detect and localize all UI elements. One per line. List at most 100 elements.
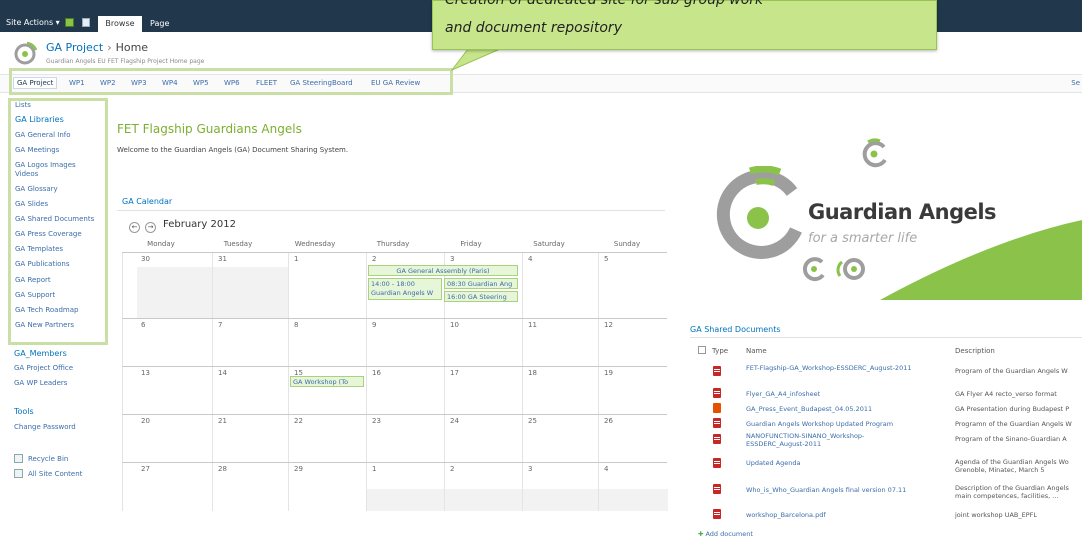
calendar-day[interactable]: 4 (598, 463, 668, 511)
leftnav-item[interactable]: GA Tech Roadmap (15, 306, 78, 314)
calendar-day[interactable]: 11 (522, 319, 598, 367)
leftnav-item[interactable]: GA General Info (15, 131, 71, 139)
calendar-day[interactable]: 16 (366, 367, 444, 415)
calendar-day[interactable]: 5 (598, 253, 667, 319)
document-link[interactable]: NANOFUNCTION-SINANO_Workshop-ESSDERC_Aug… (746, 432, 906, 448)
weekday-header: Saturday (533, 240, 565, 248)
calendar-day[interactable]: 26 (598, 415, 667, 463)
calendar-day[interactable]: 10 (444, 319, 522, 367)
leftnav-item[interactable]: GA Slides (15, 200, 48, 208)
leftnav-item[interactable]: GA Templates (15, 245, 63, 253)
shared-documents-title[interactable]: GA Shared Documents (690, 325, 781, 334)
leftnav-item[interactable]: GA Press Coverage (15, 230, 82, 238)
leftnav-item[interactable]: GA Logos Images (15, 161, 76, 169)
add-document-label: Add document (705, 530, 753, 538)
document-link[interactable]: GA_Press_Event_Budapest_04.05.2011 (746, 405, 941, 413)
calendar-day[interactable]: 17 (444, 367, 522, 415)
calendar-week: 13 14 15 16 17 18 19 (122, 366, 667, 415)
calendar-day[interactable]: 27 (122, 463, 212, 511)
document-link[interactable]: FET-Flagship-GA_Workshop-ESSDERC_August-… (746, 364, 941, 372)
calendar-day[interactable]: 18 (522, 367, 598, 415)
calendar-day[interactable]: 2 (444, 463, 523, 511)
leftnav-item[interactable]: Change Password (14, 423, 76, 431)
calendar-day[interactable]: 28 (212, 463, 288, 511)
document-link[interactable]: Updated Agenda (746, 459, 941, 467)
search-link[interactable]: Se (1071, 79, 1080, 87)
calendar-event[interactable]: 16:00 GA Steering (444, 291, 518, 302)
column-header-type[interactable]: Type (712, 347, 728, 355)
edit-page-icon[interactable] (82, 18, 90, 27)
calendar-day[interactable]: 21 (212, 415, 288, 463)
calendar-day[interactable]: 25 (522, 415, 598, 463)
column-header-description[interactable]: Description (955, 347, 995, 355)
calendar-day[interactable]: 30 (122, 253, 213, 319)
document-description: main competences, facilities, ... (955, 492, 1059, 500)
pdf-file-icon (713, 484, 721, 494)
document-description: Grenoble, Minatec, March 5 (955, 466, 1045, 474)
leftnav-lists[interactable]: Lists (15, 101, 31, 109)
navigate-up-icon[interactable] (65, 18, 74, 27)
leftnav-heading-members[interactable]: GA_Members (14, 349, 67, 358)
document-description: Programn of the Guardian Angels W (955, 420, 1072, 428)
site-title-link[interactable]: GA Project (46, 41, 103, 54)
leftnav-item[interactable]: GA WP Leaders (14, 379, 67, 387)
leftnav-item[interactable]: GA Glossary (15, 185, 58, 193)
tab-page[interactable]: Page (150, 16, 169, 32)
calendar-day[interactable]: 20 (122, 415, 212, 463)
calendar-title[interactable]: GA Calendar (122, 197, 172, 206)
brand-swoosh-graphic (880, 220, 1082, 300)
previous-month-icon[interactable]: ← (129, 222, 140, 233)
column-header-name[interactable]: Name (746, 347, 767, 355)
leftnav-item[interactable]: GA Support (15, 291, 55, 299)
leftnav-heading-tools[interactable]: Tools (14, 407, 34, 416)
document-link[interactable]: Who_is_Who_Guardian Angels final version… (746, 486, 941, 494)
calendar-day[interactable]: 1 (366, 463, 445, 511)
calendar-event[interactable]: GA Workshop (To (290, 376, 364, 387)
calendar-day[interactable]: 7 (212, 319, 288, 367)
leftnav-item[interactable]: GA Shared Documents (15, 215, 94, 223)
calendar-event[interactable]: 14:00 - 18:00 Guardian Angels W (368, 278, 442, 300)
calendar-day[interactable]: 4 (522, 253, 598, 319)
breadcrumb-separator: › (107, 41, 112, 54)
calendar-event[interactable]: GA General Assembly (Paris) (368, 265, 518, 276)
calendar-day[interactable]: 19 (598, 367, 667, 415)
all-site-content-icon[interactable] (14, 469, 23, 478)
calendar-day[interactable]: 24 (444, 415, 522, 463)
document-description: Program of the Guardian Angels W (955, 367, 1068, 375)
calendar-day[interactable]: 3 (522, 463, 599, 511)
leftnav-item[interactable]: GA Project Office (14, 364, 73, 372)
document-link[interactable]: Flyer_GA_A4_infosheet (746, 390, 941, 398)
calendar-day[interactable]: 1 (288, 253, 366, 319)
leftnav-item[interactable]: Videos (15, 170, 38, 178)
recycle-bin-link[interactable]: Recycle Bin (28, 455, 68, 463)
leftnav-item[interactable]: GA Meetings (15, 146, 59, 154)
leftnav-heading-libraries[interactable]: GA Libraries (15, 115, 64, 124)
next-month-icon[interactable]: → (145, 222, 156, 233)
recycle-bin-icon[interactable] (14, 454, 23, 463)
all-site-content-link[interactable]: All Site Content (28, 470, 82, 478)
select-all-checkbox[interactable] (698, 346, 706, 354)
calendar-day[interactable]: 14 (212, 367, 288, 415)
site-actions-menu[interactable]: Site Actions ▾ (6, 18, 60, 27)
tab-browse[interactable]: Browse (98, 16, 142, 32)
calendar-day[interactable]: 13 (122, 367, 212, 415)
calendar-day[interactable]: 9 (366, 319, 444, 367)
site-logo-icon[interactable] (12, 40, 38, 66)
calendar-day[interactable]: 6 (122, 319, 212, 367)
calendar-event[interactable]: 08:30 Guardian Ang (444, 278, 518, 289)
calendar-day[interactable]: 29 (288, 463, 366, 511)
calendar-day[interactable]: 8 (288, 319, 366, 367)
document-link[interactable]: Guardian Angels Workshop Updated Program (746, 420, 941, 428)
calendar-day[interactable]: 31 (212, 253, 289, 319)
calendar-day[interactable]: 12 (598, 319, 667, 367)
calendar-day[interactable]: 23 (366, 415, 444, 463)
document-link[interactable]: workshop_Barcelona.pdf (746, 511, 941, 519)
calendar-day[interactable]: 15 (288, 367, 366, 415)
pdf-file-icon (713, 434, 721, 444)
leftnav-item[interactable]: GA Publications (15, 260, 70, 268)
add-document-link[interactable]: ✚ Add document (698, 530, 753, 538)
calendar-day[interactable]: 22 (288, 415, 366, 463)
add-icon: ✚ (698, 530, 704, 538)
leftnav-item[interactable]: GA Report (15, 276, 51, 284)
leftnav-item[interactable]: GA New Partners (15, 321, 74, 329)
